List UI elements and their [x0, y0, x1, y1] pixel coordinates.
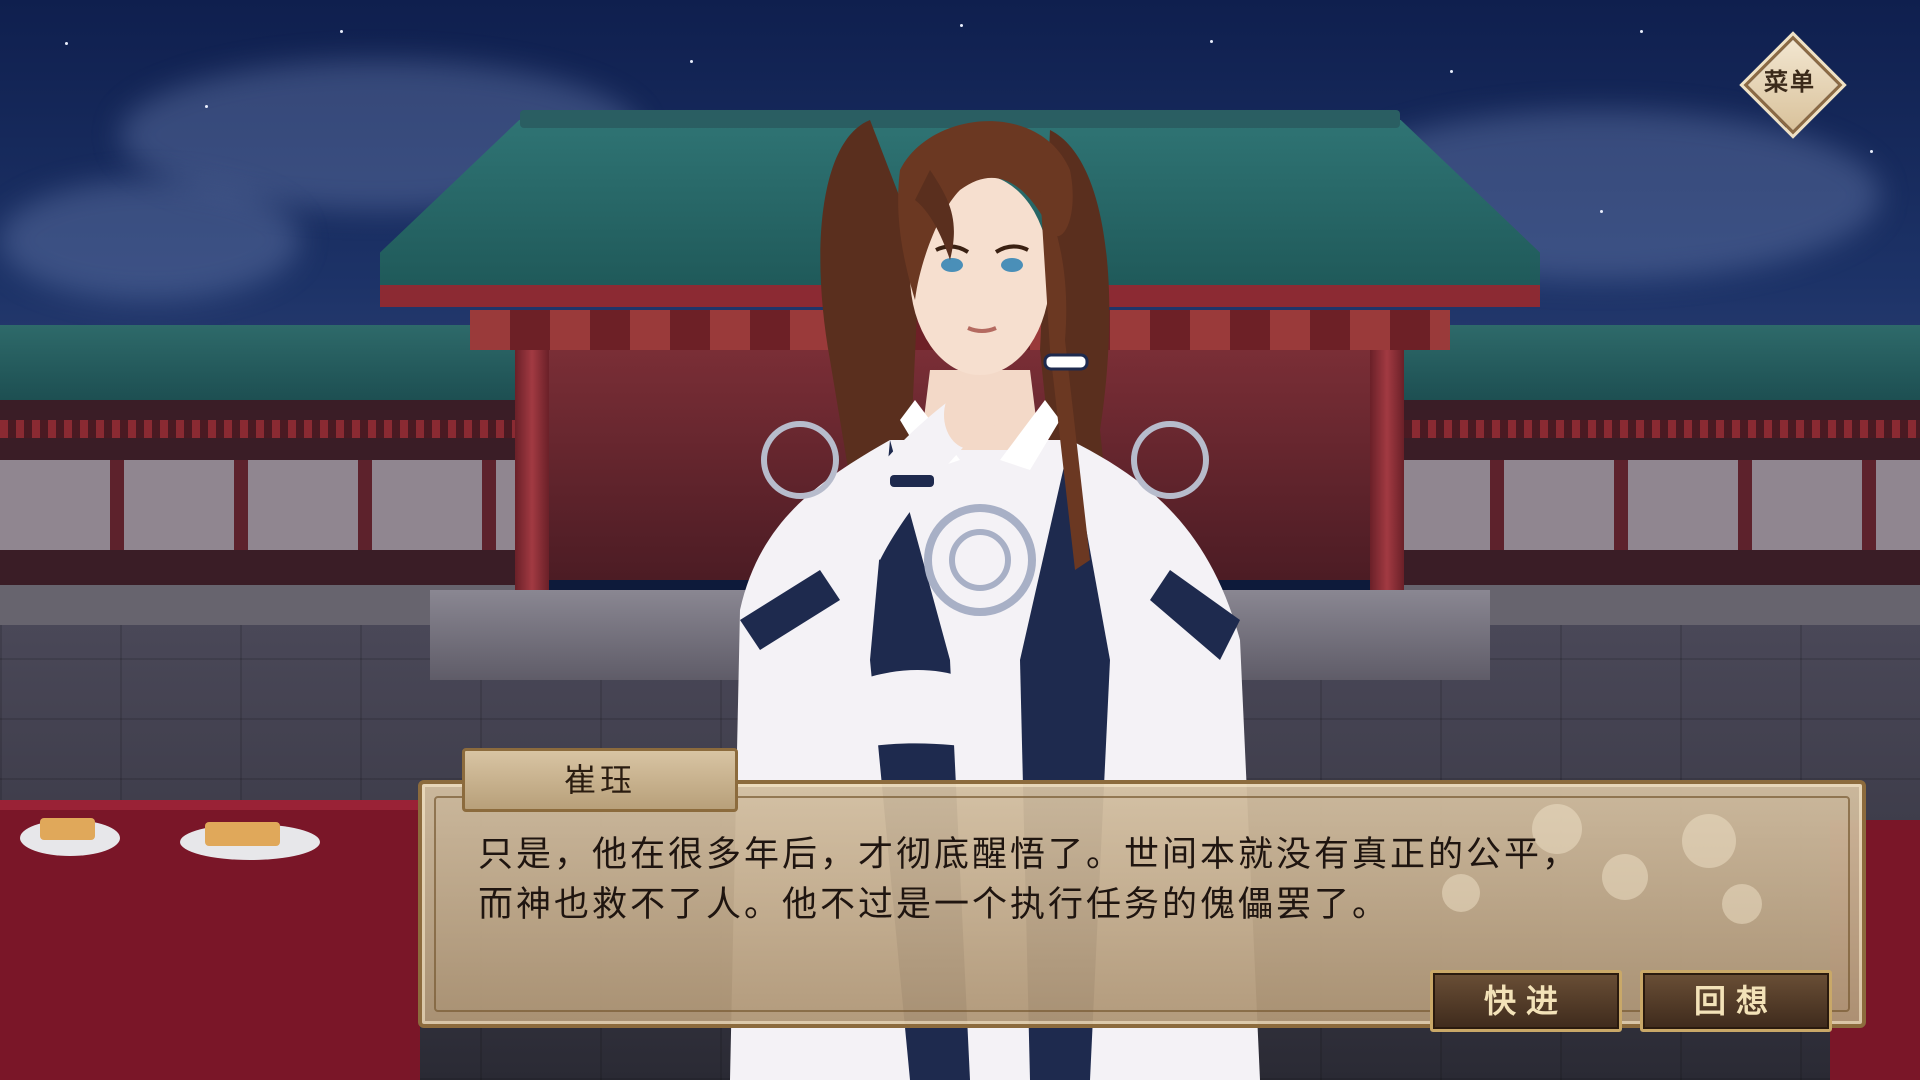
menu-button-label: 菜单 — [1764, 68, 1816, 96]
dialog-line: 只是，他在很多年后，才彻底醒悟了。世间本就没有真正的公平， — [478, 835, 1581, 875]
star — [1870, 150, 1873, 153]
fast-forward-button[interactable]: 快进 — [1430, 970, 1622, 1032]
pastry — [40, 818, 95, 840]
speaker-name: 崔珏 — [563, 761, 636, 799]
star — [960, 24, 963, 27]
dialog-text: 只是，他在很多年后，才彻底醒悟了。世间本就没有真正的公平， 而神也救不了人。他不… — [478, 830, 1798, 930]
star — [205, 105, 208, 108]
left-corridor-roof — [0, 325, 540, 400]
pastry — [205, 822, 280, 846]
right-corridor — [1380, 400, 1920, 590]
left-corridor — [0, 400, 540, 590]
star — [690, 60, 693, 63]
star — [1640, 30, 1643, 33]
menu-button[interactable]: 菜单 — [1743, 35, 1843, 135]
backlog-button[interactable]: 回想 — [1640, 970, 1832, 1032]
speaker-name-plate: 崔珏 — [462, 748, 738, 812]
pillar — [515, 345, 549, 625]
star — [340, 30, 343, 33]
star — [1210, 40, 1213, 43]
right-corridor-roof — [1380, 325, 1920, 400]
backlog-label: 回想 — [1693, 982, 1778, 1020]
star — [1450, 70, 1453, 73]
dialog-line: 而神也救不了人。他不过是一个执行任务的傀儡罢了。 — [478, 885, 1391, 925]
star — [65, 42, 68, 45]
star — [1600, 210, 1603, 213]
cloud — [0, 180, 300, 300]
pillar — [1370, 345, 1404, 625]
fast-forward-label: 快进 — [1483, 982, 1568, 1020]
